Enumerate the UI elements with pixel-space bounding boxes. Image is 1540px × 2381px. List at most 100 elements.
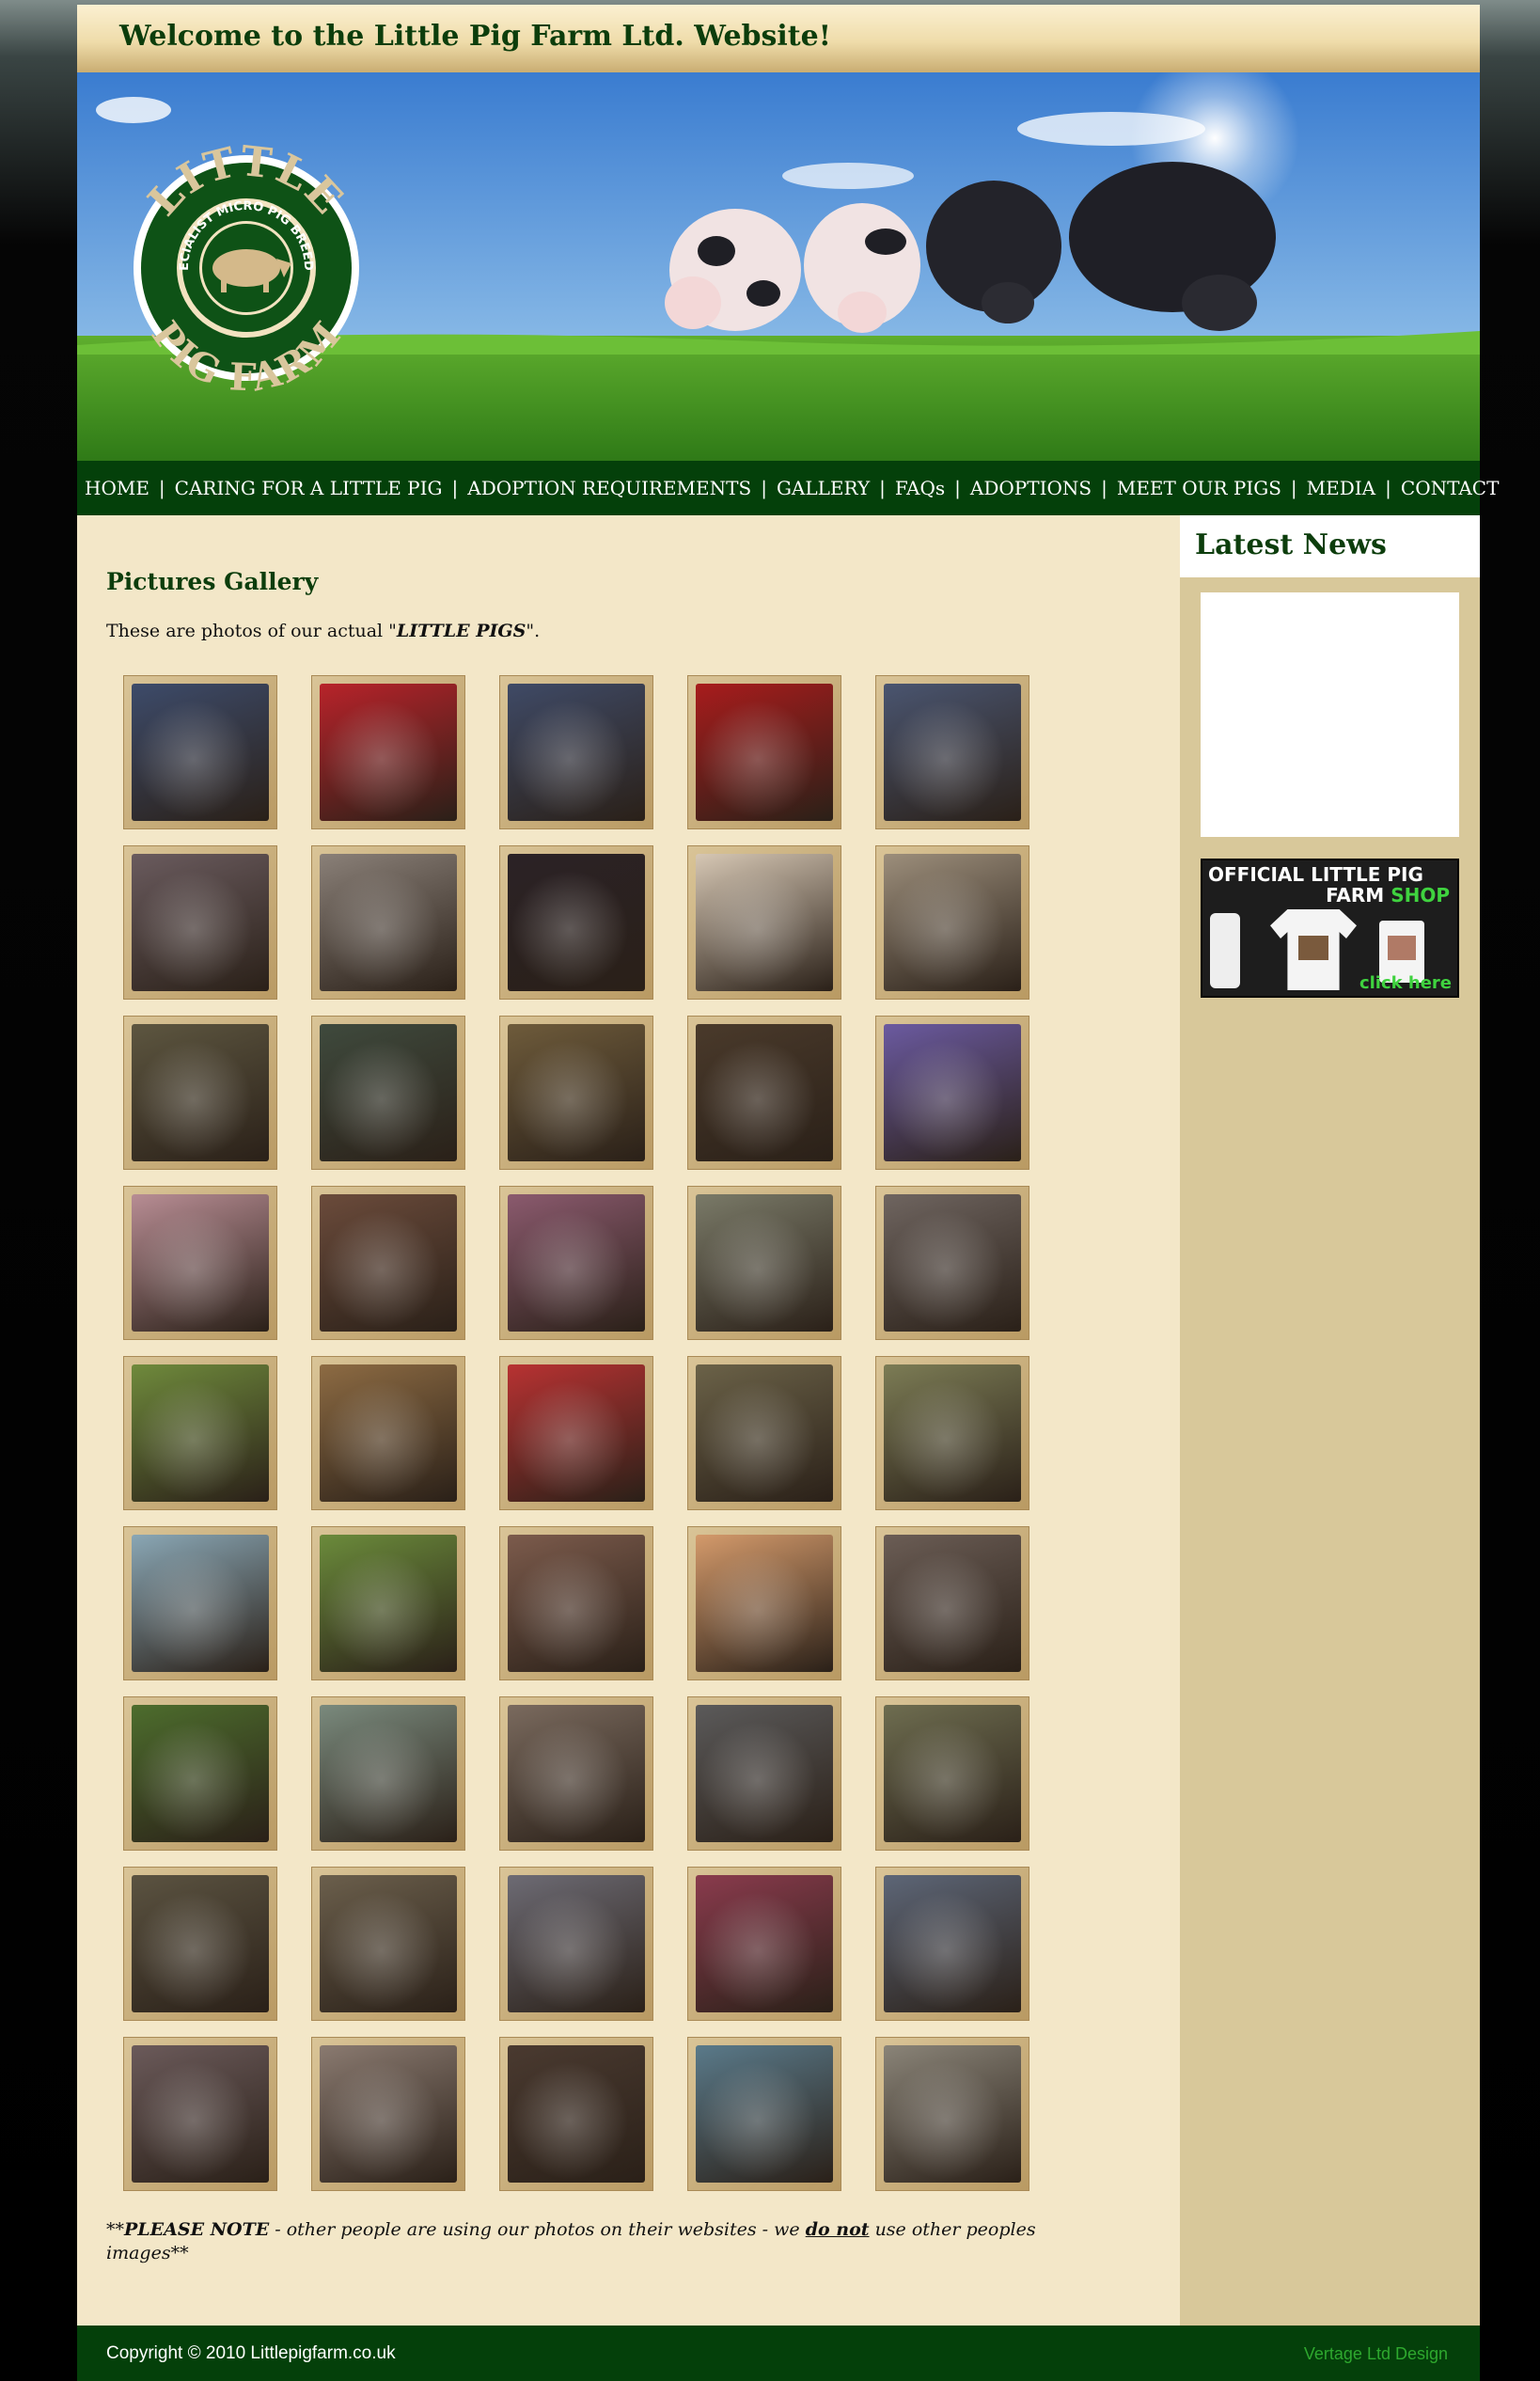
pig-photo-image	[508, 1194, 645, 1332]
latest-news-box	[1201, 592, 1459, 837]
gallery-photo[interactable]	[499, 1016, 653, 1170]
gallery-photo[interactable]	[499, 2037, 653, 2191]
gallery-photo[interactable]	[311, 2037, 465, 2191]
nav-item-caring-for-a-little-pig[interactable]: CARING FOR A LITTLE PIG	[175, 477, 443, 499]
gallery-photo[interactable]	[123, 1696, 277, 1851]
pig-photo-image	[320, 684, 457, 821]
pig-photo-image	[132, 1024, 269, 1161]
pig-photo-image	[508, 1364, 645, 1502]
pig-photo-image	[696, 854, 833, 991]
designer-credit-link[interactable]: Vertage Ltd Design	[1304, 2344, 1448, 2364]
gallery-photo[interactable]	[123, 1186, 277, 1340]
gallery-photo[interactable]	[875, 1867, 1029, 2021]
pig-photo-image	[508, 2045, 645, 2183]
gallery-photo[interactable]	[875, 1356, 1029, 1510]
pig-photo-image	[696, 1875, 833, 2012]
nav-item-home[interactable]: HOME	[85, 477, 149, 499]
gallery-photo[interactable]	[499, 1867, 653, 2021]
pig-photo-image	[320, 1705, 457, 1842]
nav-item-adoptions[interactable]: ADOPTIONS	[970, 477, 1092, 499]
nav-item-adoption-requirements[interactable]: ADOPTION REQUIREMENTS	[467, 477, 751, 499]
gallery-photo[interactable]	[311, 1526, 465, 1680]
gallery-photo[interactable]	[875, 675, 1029, 829]
gallery-photo[interactable]	[123, 1356, 277, 1510]
pig-photo-image	[132, 854, 269, 991]
header-bar: Welcome to the Little Pig Farm Ltd. Webs…	[77, 5, 1480, 72]
gallery-photo[interactable]	[311, 1186, 465, 1340]
nav-item-media[interactable]: MEDIA	[1307, 477, 1375, 499]
pig-photo-image	[884, 1875, 1021, 2012]
pig-photo-image	[320, 1535, 457, 1672]
gallery-photo[interactable]	[499, 1186, 653, 1340]
gallery-photo[interactable]	[875, 2037, 1029, 2191]
gallery-photo[interactable]	[687, 1016, 841, 1170]
gallery-photo[interactable]	[123, 1867, 277, 2021]
shop-banner-link[interactable]: OFFICIAL LITTLE PIG FARM SHOP click here	[1201, 859, 1459, 998]
gallery-photo[interactable]	[875, 1186, 1029, 1340]
pig-photo-image	[508, 684, 645, 821]
nav-item-contact[interactable]: CONTACT	[1401, 477, 1500, 499]
gallery-photo[interactable]	[499, 1526, 653, 1680]
gallery-photo[interactable]	[875, 1696, 1029, 1851]
pig-photo-image	[132, 1535, 269, 1672]
note-emphasis: PLEASE NOTE	[124, 2219, 270, 2240]
nav-separator: |	[158, 477, 165, 499]
pig-photo-image	[884, 1024, 1021, 1161]
pig-photo-image	[508, 1705, 645, 1842]
gallery-photo[interactable]	[687, 1356, 841, 1510]
pig-photo-image	[132, 1875, 269, 2012]
gallery-photo[interactable]	[311, 1696, 465, 1851]
pig-photo-image	[508, 1024, 645, 1161]
gallery-photo[interactable]	[311, 1356, 465, 1510]
pig-photo-image	[320, 1875, 457, 2012]
shop-click-here: click here	[1359, 973, 1452, 993]
gallery-photo[interactable]	[687, 845, 841, 1000]
gallery-photo[interactable]	[687, 1867, 841, 2021]
header-banner: LITTLE PIG FARM SPECIALIST MICRO PIG BRE…	[77, 72, 1480, 461]
nav-item-meet-our-pigs[interactable]: MEET OUR PIGS	[1117, 477, 1281, 499]
gallery-photo[interactable]	[123, 845, 277, 1000]
latest-news-header: Latest News	[1180, 515, 1480, 577]
pig-photo-image	[884, 1535, 1021, 1672]
gallery-photo[interactable]	[499, 1696, 653, 1851]
gallery-photo[interactable]	[687, 675, 841, 829]
gallery-photo[interactable]	[875, 1016, 1029, 1170]
gallery-photo[interactable]	[311, 1867, 465, 2021]
main-content: Pictures Gallery These are photos of our…	[77, 515, 1180, 2326]
gallery-photo[interactable]	[499, 845, 653, 1000]
pig-photo-image	[508, 1535, 645, 1672]
pig-photo-image	[696, 1705, 833, 1842]
pig-photo-image	[884, 2045, 1021, 2183]
copyright-text: Copyright © 2010 Littlepigfarm.co.uk	[106, 2343, 396, 2363]
latest-news-title: Latest News	[1195, 528, 1387, 561]
gallery-photo[interactable]	[875, 845, 1029, 1000]
shop-title: OFFICIAL LITTLE PIG	[1208, 863, 1423, 886]
nav-separator: |	[1385, 477, 1391, 499]
gallery-photo[interactable]	[499, 675, 653, 829]
intro-emphasis: LITTLE PIGS	[396, 621, 526, 641]
nav-separator: |	[1290, 477, 1297, 499]
gallery-photo[interactable]	[311, 675, 465, 829]
nav-item-gallery[interactable]: GALLERY	[777, 477, 870, 499]
pig-photo-image	[132, 684, 269, 821]
note-prefix: **	[106, 2219, 124, 2240]
note-underline: do not	[805, 2219, 870, 2240]
gallery-photo[interactable]	[687, 1526, 841, 1680]
nav-separator: |	[1101, 477, 1108, 499]
gallery-photo[interactable]	[311, 1016, 465, 1170]
gallery-photo[interactable]	[875, 1526, 1029, 1680]
gallery-photo[interactable]	[123, 2037, 277, 2191]
gallery-photo[interactable]	[123, 1526, 277, 1680]
gallery-photo[interactable]	[499, 1356, 653, 1510]
gallery-photo[interactable]	[687, 1186, 841, 1340]
gallery-photo[interactable]	[687, 2037, 841, 2191]
nav-item-faqs[interactable]: FAQs	[895, 477, 945, 499]
gallery-photo[interactable]	[687, 1696, 841, 1851]
pig-photo-image	[320, 1364, 457, 1502]
nav-separator: |	[954, 477, 961, 499]
gallery-photo[interactable]	[123, 675, 277, 829]
gallery-photo[interactable]	[311, 845, 465, 1000]
pig-photo-image	[696, 2045, 833, 2183]
sidebar: Latest News OFFICIAL LITTLE PIG FARM SHO…	[1180, 515, 1480, 2326]
gallery-photo[interactable]	[123, 1016, 277, 1170]
